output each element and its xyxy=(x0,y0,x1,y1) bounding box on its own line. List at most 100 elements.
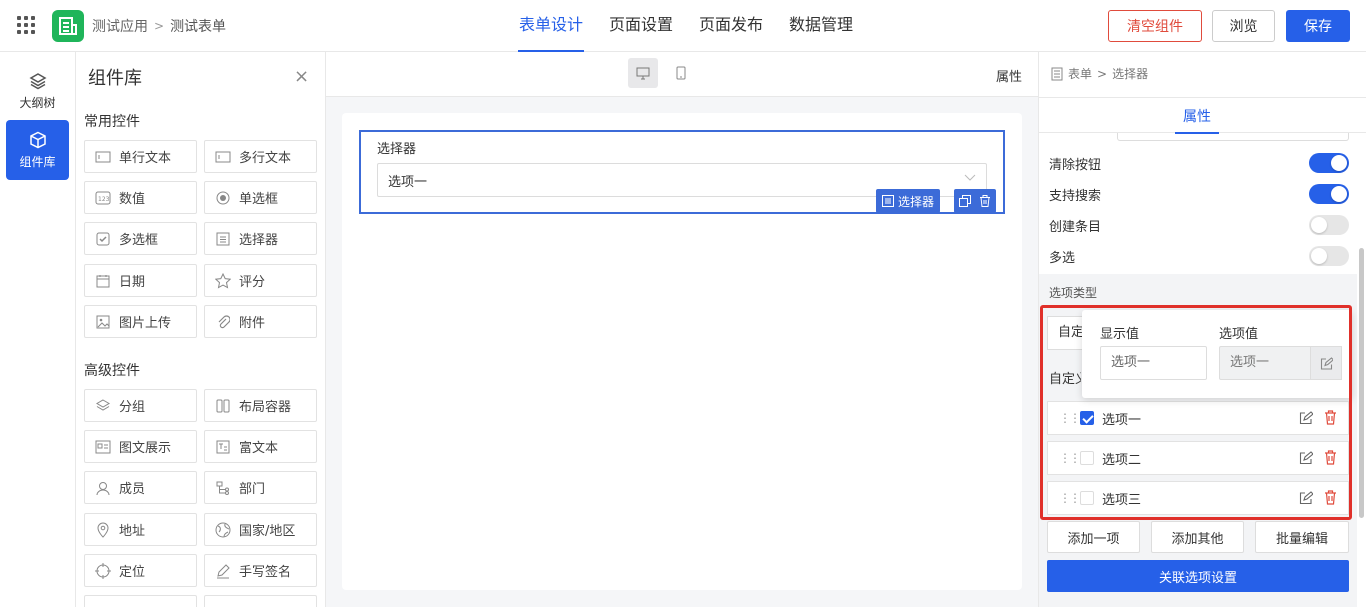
component-department[interactable]: 部门 xyxy=(204,471,317,504)
component-label: 部门 xyxy=(239,482,266,497)
drag-handle-icon[interactable]: ⋮⋮ xyxy=(1059,451,1081,465)
checkbox-icon xyxy=(95,231,111,247)
component-label: 图片上传 xyxy=(119,316,172,331)
create-item-toggle[interactable] xyxy=(1309,215,1349,235)
component-group[interactable]: 分组 xyxy=(84,389,197,422)
option-default-checkbox[interactable] xyxy=(1080,491,1094,505)
option-value-header: 选项值 xyxy=(1219,327,1259,342)
drag-handle-icon[interactable]: ⋮⋮ xyxy=(1059,411,1081,425)
layers-icon xyxy=(28,72,47,89)
field-type-tag[interactable]: 选择器 xyxy=(876,189,941,213)
component-number[interactable]: 123 数值 xyxy=(84,181,197,214)
add-option-button[interactable]: 添加一项 xyxy=(1047,521,1140,553)
layers-icon xyxy=(95,398,111,414)
display-value-input[interactable]: 选项一 xyxy=(1100,346,1207,380)
component-single-line-text[interactable]: 单行文本 xyxy=(84,140,197,173)
toggle-row-multiple: 多选 xyxy=(1049,244,1349,268)
component-label: 成员 xyxy=(119,482,146,497)
option-default-checkbox[interactable] xyxy=(1080,451,1094,465)
calendar-icon xyxy=(95,273,111,289)
svg-text:123: 123 xyxy=(98,196,110,203)
image-text-icon xyxy=(95,439,111,455)
toggle-row-search: 支持搜索 xyxy=(1049,182,1349,206)
app-grid-icon[interactable] xyxy=(17,16,35,34)
toggle-label: 清除按钮 xyxy=(1049,157,1102,173)
outline-tree-button[interactable]: 大纲树 xyxy=(6,61,69,121)
component-library-button[interactable]: 组件库 xyxy=(6,120,69,180)
properties-scrollbar[interactable] xyxy=(1359,248,1364,518)
component-attachment[interactable]: 附件 xyxy=(204,305,317,338)
globe-icon xyxy=(215,522,231,538)
preview-button[interactable]: 浏览 xyxy=(1212,10,1275,42)
toggle-row-clear-button: 清除按钮 xyxy=(1049,151,1349,175)
tab-page-settings[interactable]: 页面设置 xyxy=(608,0,674,52)
component-label: 多选框 xyxy=(119,233,159,248)
component-library-label: 组件库 xyxy=(19,154,56,169)
mobile-view-button[interactable] xyxy=(666,58,696,88)
option-edit-popover: 显示值 选项值 选项一 选项一 xyxy=(1082,310,1352,398)
tab-form-design[interactable]: 表单设计 xyxy=(518,0,585,52)
component-rating[interactable]: 评分 xyxy=(204,264,317,297)
option-value-edit-button[interactable] xyxy=(1310,346,1342,380)
search-toggle[interactable] xyxy=(1309,184,1349,204)
component-image-upload[interactable]: 图片上传 xyxy=(84,305,197,338)
breadcrumb-separator: > xyxy=(154,19,165,33)
component-label: 图文展示 xyxy=(119,441,172,456)
component-checkbox[interactable]: 多选框 xyxy=(84,222,197,255)
left-nav: 大纲树 组件库 xyxy=(0,52,76,607)
textarea-icon xyxy=(215,149,231,165)
component-label: 国家/地区 xyxy=(239,524,296,539)
breadcrumb-app[interactable]: 测试应用 xyxy=(92,16,148,36)
component-layout-container[interactable]: 布局容器 xyxy=(204,389,317,422)
add-other-button[interactable]: 添加其他 xyxy=(1151,521,1244,553)
component-radio[interactable]: 单选框 xyxy=(204,181,317,214)
clear-button-toggle[interactable] xyxy=(1309,153,1349,173)
mobile-icon xyxy=(676,66,686,80)
component-signature[interactable]: 手写签名 xyxy=(204,554,317,587)
trash-icon[interactable] xyxy=(1324,490,1337,505)
drag-handle-icon[interactable]: ⋮⋮ xyxy=(1059,491,1081,505)
component-label: 富文本 xyxy=(239,441,279,456)
clear-components-button[interactable]: 清空组件 xyxy=(1108,10,1202,42)
component-address[interactable]: 地址 xyxy=(84,513,197,546)
custom-options-label: 自定义选项 xyxy=(1049,372,1081,387)
edit-icon[interactable] xyxy=(1299,451,1313,465)
properties-breadcrumb: 表单 > 选择器 xyxy=(1051,65,1148,82)
edit-icon[interactable] xyxy=(1299,411,1313,425)
option-default-checkbox[interactable] xyxy=(1080,411,1094,425)
tab-data-management[interactable]: 数据管理 xyxy=(788,0,854,52)
multiple-toggle[interactable] xyxy=(1309,246,1349,266)
component-rich-text[interactable]: 富文本 xyxy=(204,430,317,463)
cube-icon xyxy=(29,131,46,148)
tab-properties[interactable]: 属性 xyxy=(1175,106,1219,134)
component-country-region[interactable]: 国家/地区 xyxy=(204,513,317,546)
component-partial xyxy=(204,595,317,607)
main-tabs: 表单设计 页面设置 页面发布 数据管理 xyxy=(518,0,854,52)
desktop-view-button[interactable] xyxy=(628,58,658,88)
tab-page-publish[interactable]: 页面发布 xyxy=(698,0,764,52)
option-row: ⋮⋮ 选项二 xyxy=(1047,441,1349,475)
form-icon xyxy=(1051,67,1063,80)
trash-icon[interactable] xyxy=(1324,410,1337,425)
list-icon xyxy=(215,231,231,247)
component-member[interactable]: 成员 xyxy=(84,471,197,504)
component-label: 评分 xyxy=(239,275,266,290)
component-label: 单选框 xyxy=(239,192,279,207)
linked-options-settings-button[interactable]: 关联选项设置 xyxy=(1047,560,1349,592)
component-image-text[interactable]: 图文展示 xyxy=(84,430,197,463)
trash-icon[interactable] xyxy=(1324,450,1337,465)
trash-icon[interactable] xyxy=(979,195,991,207)
crumb-form[interactable]: 表单 xyxy=(1068,65,1092,82)
component-select[interactable]: 选择器 xyxy=(204,222,317,255)
component-date[interactable]: 日期 xyxy=(84,264,197,297)
canvas-properties-label[interactable]: 属性 xyxy=(996,66,1022,85)
batch-edit-button[interactable]: 批量编辑 xyxy=(1255,521,1349,553)
rich-text-icon xyxy=(215,439,231,455)
option-type-label: 选项类型 xyxy=(1049,286,1098,300)
copy-icon[interactable] xyxy=(959,195,971,207)
save-button[interactable]: 保存 xyxy=(1286,10,1350,42)
close-icon[interactable]: × xyxy=(294,66,309,87)
component-location[interactable]: 定位 xyxy=(84,554,197,587)
edit-icon[interactable] xyxy=(1299,491,1313,505)
component-multi-line-text[interactable]: 多行文本 xyxy=(204,140,317,173)
